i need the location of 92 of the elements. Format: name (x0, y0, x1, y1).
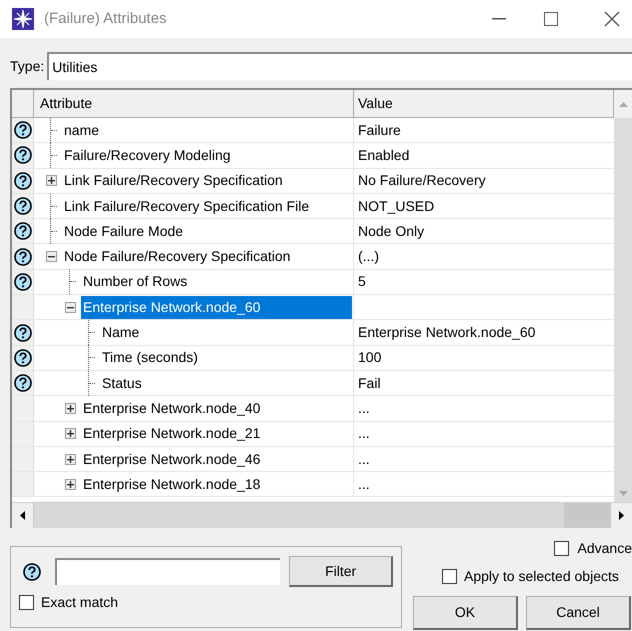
help-icon (14, 324, 32, 342)
table-row[interactable]: Link Failure/Recovery Specification No Failure/Recovery (12, 168, 614, 194)
value-text: (...) (358, 247, 379, 266)
checkbox[interactable] (19, 595, 34, 610)
expand-icon[interactable] (65, 478, 76, 490)
attribute-label: Enterprise Network.node_60 (81, 296, 352, 319)
tree-line (50, 142, 60, 168)
tree-line (50, 118, 60, 143)
value-text: 100 (358, 348, 382, 368)
table-row[interactable]: Number of Rows 5 (12, 270, 614, 296)
value-text: ... (358, 398, 370, 418)
column-header[interactable]: Value (354, 90, 614, 118)
collapse-icon[interactable] (65, 302, 76, 313)
value-text: Node Only (358, 222, 424, 241)
exact-match-label: Exact match (41, 593, 118, 612)
help-icon (14, 248, 32, 266)
advanced-label: Advance (578, 538, 632, 558)
apply-label: Apply to selected objects (464, 567, 619, 586)
minimize-icon[interactable] (492, 18, 506, 20)
value-text: ... (358, 450, 370, 468)
value-text: Failure (358, 120, 401, 140)
attribute-label: Status (101, 374, 143, 393)
filter-button[interactable]: Filter (289, 556, 393, 587)
attribute-label: Time (seconds) (101, 348, 199, 368)
help-icon (23, 562, 41, 580)
left-arrow-icon[interactable] (20, 511, 25, 520)
attribute-label: Enterprise Network.node_40 (82, 398, 262, 418)
value-text: Enabled (358, 146, 410, 165)
tree-line (88, 370, 98, 396)
table-row[interactable]: Time (seconds) 100 (12, 346, 614, 371)
table-row[interactable]: Enterprise Network.node_40 ... (12, 396, 614, 422)
tree-line (88, 345, 98, 370)
header-cell (12, 90, 34, 118)
expand-icon[interactable] (65, 454, 76, 464)
attribute-label: Node Failure Mode (63, 222, 184, 241)
attribute-label: Number of Rows (82, 272, 188, 292)
maximize-icon[interactable] (544, 12, 558, 26)
table-row[interactable]: Enterprise Network.node_60 (12, 295, 614, 320)
attribute-label: Enterprise Network.node_46 (82, 450, 262, 469)
ok-button[interactable]: OK (413, 596, 518, 630)
collapse-icon[interactable] (46, 251, 57, 262)
checkbox[interactable] (554, 540, 569, 556)
attribute-label: Failure/Recovery Modeling (63, 146, 232, 165)
value-text: Fail (358, 374, 381, 393)
table-row[interactable]: Enterprise Network.node_46 ... (12, 446, 614, 472)
tree-line (88, 320, 98, 346)
attribute-label: Link Failure/Recovery Specification File (63, 196, 310, 216)
table-row[interactable]: Enterprise Network.node_21 ... (12, 422, 614, 447)
cancel-button[interactable]: Cancel (526, 596, 631, 630)
expand-icon[interactable] (65, 428, 76, 440)
type-label: Type: (10, 56, 44, 76)
value-text: No Failure/Recovery (358, 171, 486, 190)
table-row[interactable]: Status Fail (12, 370, 614, 396)
table-row[interactable]: Node Failure/Recovery Specification (...) (12, 244, 614, 270)
value-text: 5 (358, 272, 366, 292)
table-row[interactable]: Failure/Recovery Modeling Enabled (12, 143, 614, 169)
value-text: ... (358, 474, 370, 494)
tree-line (69, 269, 79, 294)
attribute-label: name (63, 120, 100, 140)
type-field[interactable]: Utilities (47, 52, 632, 80)
table-row[interactable]: Name Enterprise Network.node_60 (12, 320, 614, 346)
expand-icon[interactable] (65, 402, 76, 414)
filter-field[interactable] (55, 558, 280, 585)
table-row[interactable]: Node Failure Mode Node Only (12, 219, 614, 244)
tree-line (50, 218, 60, 244)
close-icon[interactable] (604, 11, 620, 27)
help-icon (14, 374, 32, 392)
value-text: ... (358, 424, 370, 444)
tree-line (50, 194, 60, 219)
table-row[interactable]: Enterprise Network.node_18 ... (12, 472, 614, 498)
window-title: (Failure) Attributes (44, 8, 167, 29)
attribute-label: Enterprise Network.node_18 (82, 474, 262, 494)
vertical-scrollbar[interactable] (614, 118, 632, 502)
table-row[interactable]: Link Failure/Recovery Specification File NOT_USED (12, 194, 614, 220)
attribute-label: Enterprise Network.node_21 (82, 424, 262, 444)
column-header[interactable]: Attribute (34, 90, 354, 118)
scroll-thumb[interactable] (34, 503, 564, 528)
up-arrow-icon (618, 102, 628, 106)
table-row[interactable]: name Failure (12, 118, 614, 144)
help-icon (14, 272, 32, 291)
checkbox[interactable] (442, 569, 457, 584)
value-text: Enterprise Network.node_60 (358, 323, 536, 342)
app-icon (12, 8, 34, 30)
expand-icon[interactable] (46, 175, 57, 186)
horizontal-scrollbar[interactable] (12, 502, 632, 528)
attribute-label: Node Failure/Recovery Specification (63, 247, 292, 266)
attribute-label: Link Failure/Recovery Specification (63, 171, 284, 190)
help-icon (14, 146, 32, 164)
value-text: NOT_USED (358, 196, 434, 216)
right-arrow-icon[interactable] (619, 511, 624, 520)
attribute-label: Name (101, 323, 140, 342)
help-icon (14, 197, 32, 216)
